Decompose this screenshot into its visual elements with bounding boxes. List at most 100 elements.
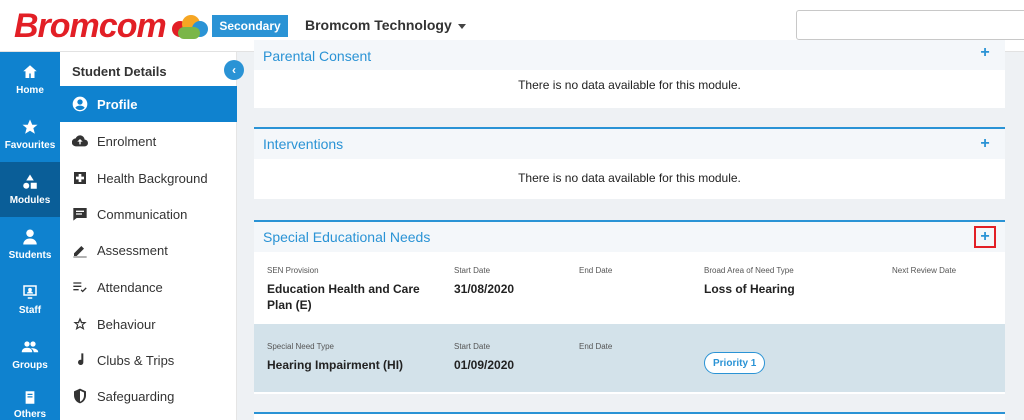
music-note-icon [78, 353, 84, 366]
sen-provision-cell: SEN Provision Education Health and Care … [267, 266, 437, 313]
subnav-title: Student Details [72, 64, 167, 79]
panel-header: Interventions + [254, 129, 1005, 159]
priority-badge: Priority 1 [704, 352, 766, 374]
field-label: Start Date [454, 266, 491, 275]
rail-item-groups[interactable]: Groups [0, 327, 60, 382]
bromcom-logo[interactable]: Bromcom [14, 6, 210, 46]
medical-plus-icon [74, 172, 86, 184]
field-value: Loss of Hearing [704, 282, 795, 296]
logo-cloud-icon [170, 13, 210, 39]
rail-item-staff[interactable]: Staff [0, 272, 60, 327]
student-details-nav: Student Details Profile Enrolment Health… [60, 52, 237, 420]
next-review-cell: Next Review Date [892, 266, 956, 281]
sen-provision-row[interactable]: SEN Provision Education Health and Care … [254, 252, 1005, 324]
nav-item-enrolment[interactable]: Enrolment [60, 123, 237, 159]
groups-icon [21, 341, 39, 353]
rail-item-modules[interactable]: Modules [0, 162, 60, 217]
nav-label: Communication [97, 206, 188, 222]
field-value: 01/09/2020 [454, 358, 515, 372]
collapse-nav-button[interactable]: ‹ [224, 60, 244, 80]
rail-item-students[interactable]: Students [0, 217, 60, 272]
rail-label: Staff [18, 305, 42, 316]
panel-header: Special Educational Needs + [254, 222, 1005, 252]
rail-label: Groups [12, 360, 48, 371]
nav-item-health-background[interactable]: Health Background [60, 160, 237, 196]
nav-item-profile[interactable]: Profile [60, 86, 237, 122]
nav-item-behaviour[interactable]: Behaviour [60, 306, 237, 342]
rail-item-others[interactable]: Others [0, 382, 60, 420]
search-input[interactable] [796, 10, 1024, 40]
rail-item-home[interactable]: Home [0, 52, 60, 107]
nav-label: Health Background [97, 170, 208, 186]
cloud-upload-icon [72, 135, 88, 147]
field-label: Special Need Type [267, 342, 335, 351]
field-label: End Date [579, 342, 613, 351]
organisation-dropdown[interactable]: Bromcom Technology [305, 17, 466, 33]
add-parental-consent-button[interactable]: + [974, 42, 996, 64]
nav-label: Enrolment [97, 133, 157, 149]
nav-item-attendance[interactable]: Attendance [60, 269, 237, 305]
nav-item-safeguarding[interactable]: Safeguarding [60, 378, 237, 414]
organisation-name: Bromcom Technology [305, 17, 452, 33]
nav-label: Attendance [97, 279, 163, 295]
book-icon [25, 391, 35, 404]
nav-label: Safeguarding [97, 388, 175, 404]
chevron-down-icon [457, 23, 466, 29]
rail-label: Home [16, 85, 44, 96]
parental-consent-panel: Parental Consent + There is no data avai… [254, 40, 1005, 108]
add-intervention-button[interactable]: + [974, 133, 996, 155]
no-data-message: There is no data available for this modu… [518, 78, 741, 92]
field-label: Next Review Date [892, 266, 957, 275]
add-sen-button[interactable]: + [974, 226, 996, 248]
nav-item-clubs-trips[interactable]: Clubs & Trips [60, 342, 237, 378]
home-icon [23, 65, 37, 78]
field-label: Broad Area of Need Type [704, 266, 794, 275]
nav-item-assessment[interactable]: Assessment [60, 232, 237, 268]
start-date-cell: Start Date 01/09/2020 [454, 342, 514, 373]
start-date-cell: Start Date 31/08/2020 [454, 266, 514, 297]
chevron-left-icon: ‹ [232, 63, 236, 77]
field-label: End Date [579, 266, 613, 275]
sen-panel: Special Educational Needs + SEN Provisio… [254, 220, 1005, 394]
broad-area-cell: Broad Area of Need Type Loss of Hearing [704, 266, 795, 297]
rail-label: Modules [9, 195, 51, 206]
main-rail: Home Favourites Modules Students Staff G… [0, 52, 60, 420]
field-label: Start Date [454, 342, 491, 351]
star-outline-icon [73, 317, 87, 330]
rail-label: Favourites [4, 140, 56, 151]
panel-title: Interventions [263, 136, 344, 152]
checklist-icon [73, 282, 87, 293]
nav-item-communication[interactable]: Communication [60, 196, 237, 232]
no-data-message: There is no data available for this modu… [518, 171, 741, 185]
rail-label: Students [8, 250, 52, 261]
pencil-icon [73, 246, 87, 258]
field-value: Hearing Impairment (HI) [267, 358, 404, 372]
nav-label: Profile [97, 96, 138, 112]
need-type-cell: Special Need Type Hearing Impairment (HI… [267, 342, 403, 373]
school-type-badge[interactable]: Secondary [212, 15, 288, 37]
nav-label: Behaviour [97, 316, 156, 332]
logo-text: Bromcom [14, 6, 167, 45]
chat-icon [73, 208, 87, 221]
rail-item-favourites[interactable]: Favourites [0, 107, 60, 162]
user-circle-icon [72, 96, 88, 112]
field-value: Education Health and Care Plan (E) [267, 282, 420, 312]
next-panel [254, 412, 1005, 420]
nav-label: Assessment [97, 242, 168, 258]
shapes-icon [23, 174, 37, 189]
field-value: 31/08/2020 [454, 282, 515, 296]
star-icon [22, 119, 38, 134]
shield-icon [74, 388, 86, 404]
panel-title: Special Educational Needs [263, 229, 431, 245]
special-need-row[interactable]: Special Need Type Hearing Impairment (HI… [254, 324, 1005, 392]
panel-header: Parental Consent + [254, 40, 1005, 70]
panel-title: Parental Consent [263, 48, 372, 64]
end-date-cell: End Date [579, 266, 612, 281]
field-label: SEN Provision [267, 266, 319, 275]
end-date-cell: End Date [579, 342, 612, 357]
person-icon [23, 229, 37, 245]
rail-label: Others [13, 409, 47, 420]
nav-label: Clubs & Trips [97, 352, 175, 368]
interventions-panel: Interventions + There is no data availab… [254, 127, 1005, 199]
staff-icon [23, 285, 37, 299]
